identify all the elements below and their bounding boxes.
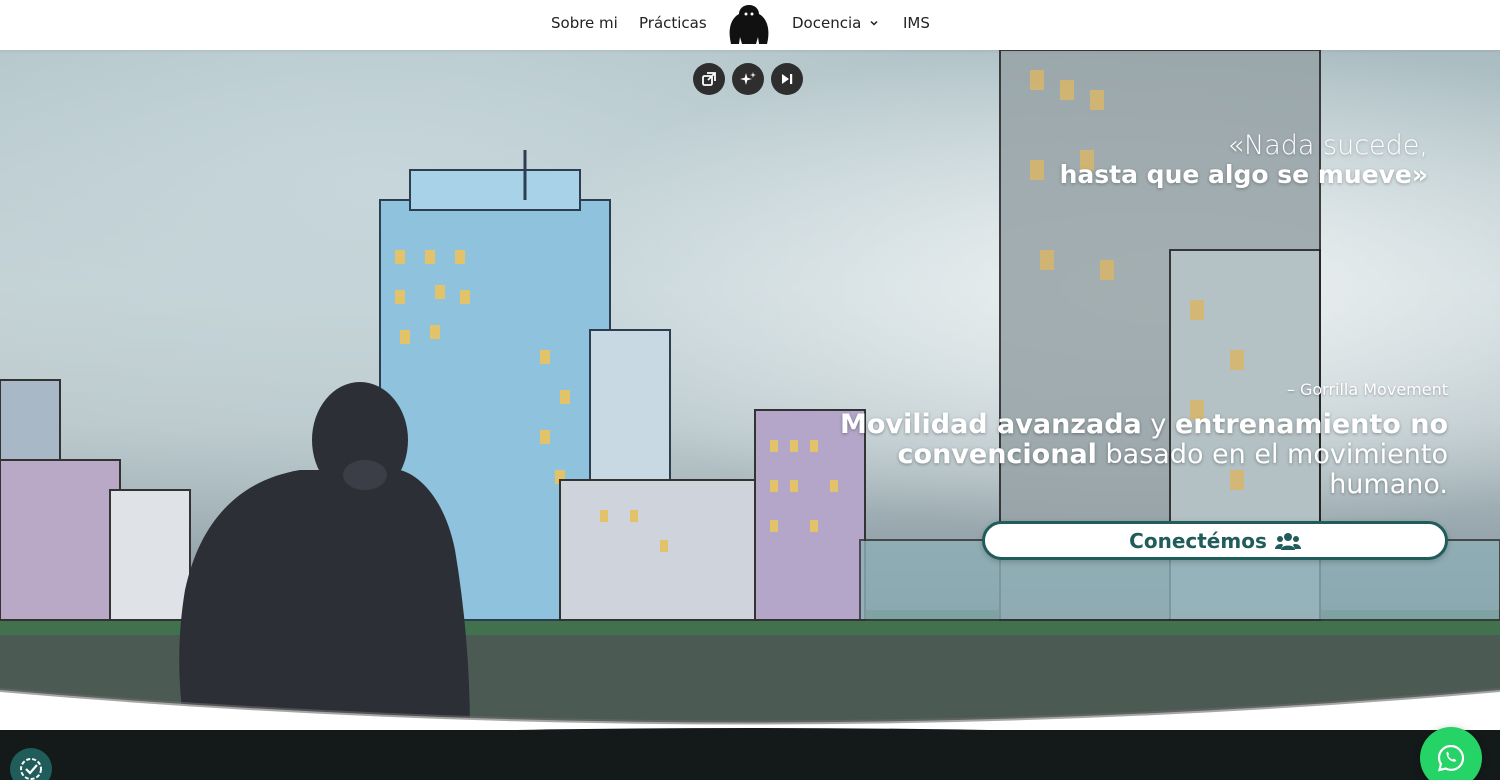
whatsapp-icon <box>1437 744 1465 772</box>
hero-quote-line2: hasta que algo se mueve» <box>1059 160 1428 189</box>
skip-forward-icon <box>782 74 793 84</box>
tagline-text-2: basado en el movimiento humano. <box>1096 439 1448 500</box>
connect-button[interactable]: Conectémos <box>982 521 1448 560</box>
nav-item-practicas[interactable]: Prácticas <box>639 14 707 32</box>
nav-item-sobre-mi[interactable]: Sobre mi <box>551 14 618 32</box>
cookie-consent-icon <box>20 758 42 780</box>
hero-section: «Nada sucede, hasta que algo se mueve» –… <box>0 50 1500 730</box>
users-icon <box>1274 532 1301 550</box>
sparkle-icon <box>740 72 756 85</box>
popout-icon <box>702 72 716 86</box>
chevron-down-icon <box>870 20 878 26</box>
sparkle-button[interactable] <box>732 63 764 95</box>
tagline-text-1: y <box>1141 409 1175 440</box>
nav-item-docencia[interactable]: Docencia <box>792 14 879 32</box>
hero-tagline: Movilidad avanzada y entrenamiento no co… <box>828 410 1448 500</box>
next-section <box>0 730 1500 780</box>
hero-quote-line1: «Nada sucede, <box>1227 130 1429 161</box>
whatsapp-button[interactable] <box>1420 727 1482 780</box>
connect-button-label: Conectémos <box>1129 528 1267 553</box>
tagline-strong-1: Movilidad avanzada <box>839 409 1142 440</box>
skip-forward-button[interactable] <box>771 63 803 95</box>
nav-item-ims[interactable]: IMS <box>903 14 930 32</box>
nav-item-docencia-label: Docencia <box>792 14 862 32</box>
gorilla-logo-icon[interactable] <box>726 2 772 46</box>
top-navigation: Sobre mi Prácticas Docencia IMS <box>0 0 1500 50</box>
hero-quote-attribution: – Gorrilla Movement <box>1286 380 1448 399</box>
popout-button[interactable] <box>693 63 725 95</box>
